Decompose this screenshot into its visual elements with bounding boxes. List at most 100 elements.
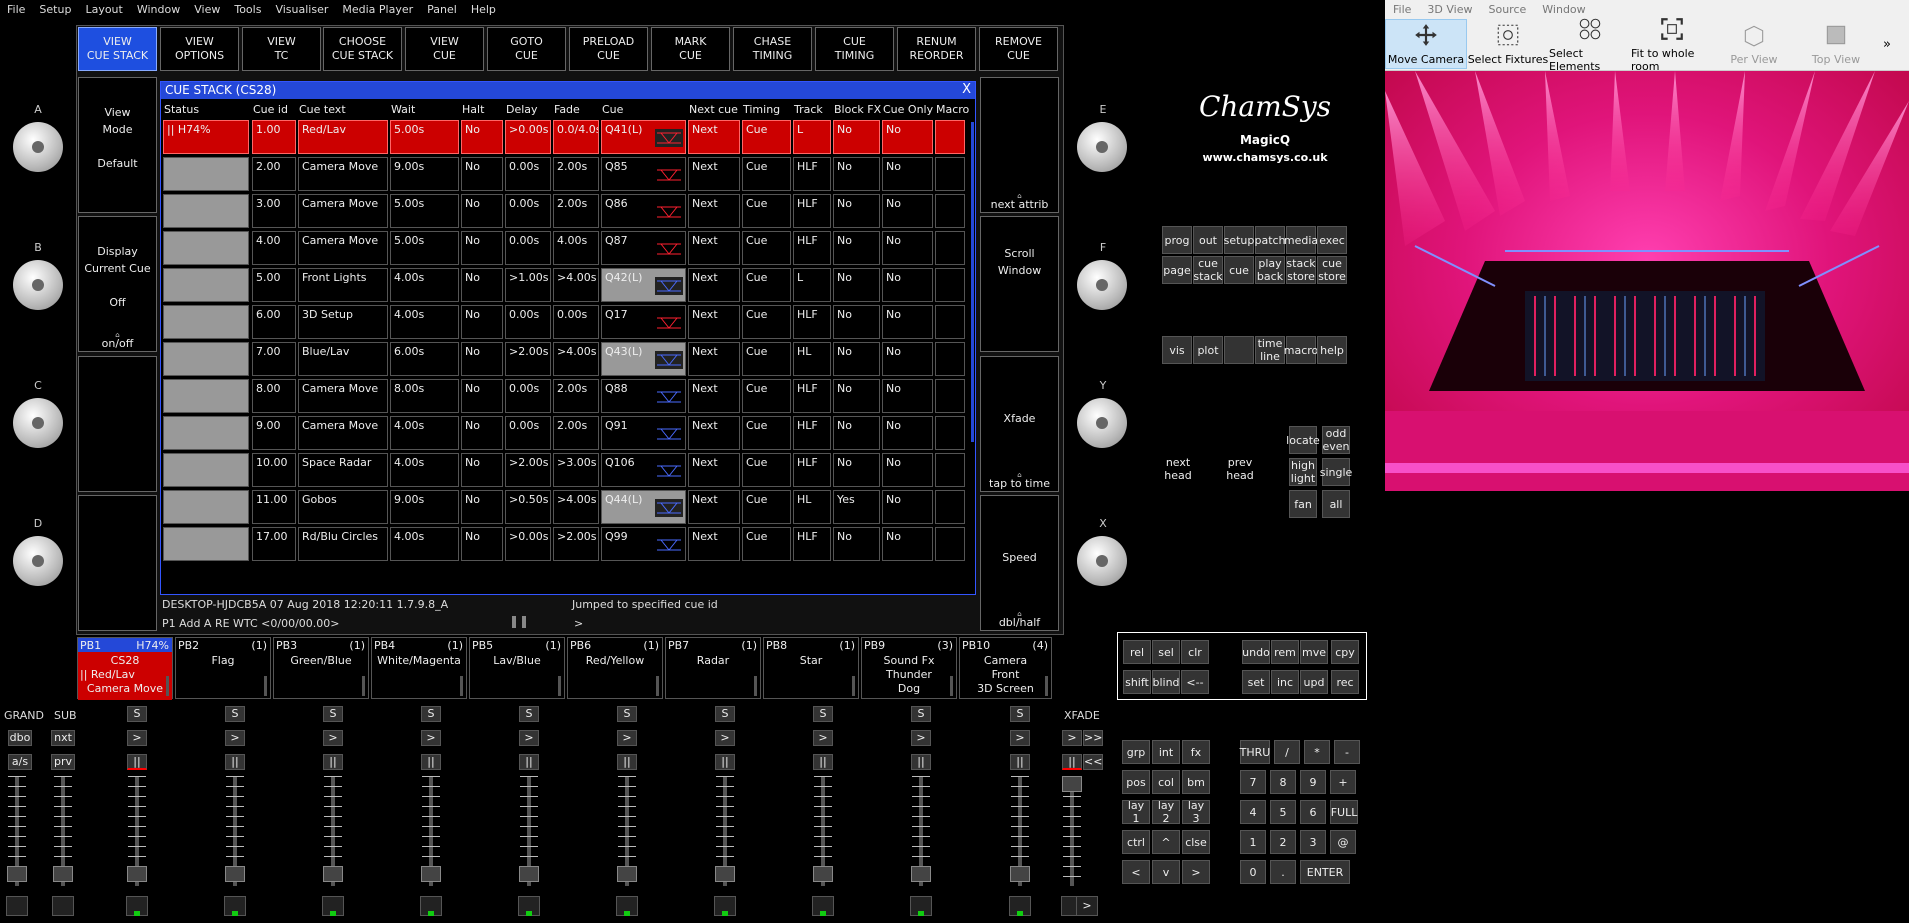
fader-flash-button[interactable] [126,896,148,916]
encoder-knob-y[interactable] [1077,398,1127,448]
menu-window[interactable]: Window [130,3,187,16]
cue-cell-delay[interactable]: >0.00s [505,527,551,561]
cue-cell-block-fx[interactable]: No [833,194,880,228]
playback-8-pause-button[interactable]: || [813,754,833,770]
cue-cell-track[interactable]: HLF [793,157,831,191]
cue-cell-fade[interactable]: 2.00s [553,379,599,413]
key-int[interactable]: int [1152,740,1180,764]
cue-cell-macro[interactable] [935,453,965,487]
cue-cell-cue-text[interactable]: Camera Move [298,157,388,191]
fader-0[interactable] [6,776,28,886]
playback-9-pause-button[interactable]: || [911,754,931,770]
cue-cell-cue[interactable]: Q88 [601,379,686,413]
menu-panel[interactable]: Panel [420,3,464,16]
playback-4[interactable]: PB4 (1) White/Magenta [371,637,467,699]
cue-cell-cue-only[interactable]: No [882,490,933,524]
cue-cell-status[interactable] [163,342,249,376]
cue-cell-wait[interactable]: 9.00s [390,157,459,191]
cue-cell-cue-id[interactable]: 1.00 [252,120,296,154]
cue-cell-macro[interactable] [935,527,965,561]
key-4[interactable]: 4 [1240,800,1266,824]
key-col[interactable]: col [1152,770,1180,794]
cue-cell-halt[interactable]: No [461,268,503,302]
cue-cell-cue[interactable]: Q87 [601,231,686,265]
key-enter[interactable]: ENTER [1300,860,1350,884]
cue-cell-cue[interactable]: Q91 [601,416,686,450]
visualiser-3d-view[interactable] [1385,71,1909,491]
menu-file[interactable]: File [0,3,32,16]
key-patch[interactable]: patch [1254,226,1286,254]
cue-cell-track[interactable]: HLF [793,305,831,339]
cue-cell-cue-only[interactable]: No [882,342,933,376]
cue-cell-track[interactable]: HLF [793,231,831,265]
key-<[interactable]: < [1122,860,1150,884]
playback-7-s-button[interactable]: S [715,706,735,722]
cue-cell-macro[interactable] [935,194,965,228]
key-odd-even[interactable]: odd even [1322,426,1350,454]
playback-8[interactable]: PB8 (1) Star [763,637,859,699]
fader-cap[interactable] [813,866,833,882]
fader-flash-button[interactable] [616,896,638,916]
xfade-go-button[interactable]: > [1076,896,1098,916]
fader-3[interactable] [224,776,246,886]
cue-cell-cue-id[interactable]: 9.00 [252,416,296,450]
cue-cell-macro[interactable] [935,268,965,302]
encoder-knob-f[interactable] [1077,260,1127,310]
cue-cell-delay[interactable]: >1.00s [505,268,551,302]
playback-7[interactable]: PB7 (1) Radar [665,637,761,699]
key-setup[interactable]: setup [1224,226,1254,254]
toolbar-move-camera-button[interactable]: Move Camera [1385,19,1467,69]
cue-cell-block-fx[interactable]: No [833,231,880,265]
soft-button-preload-cue[interactable]: PRELOAD CUE [569,27,648,71]
playback-3-go-button[interactable]: > [323,730,343,746]
playback-10-pause-button[interactable]: || [1010,754,1030,770]
soft-button-mark-cue[interactable]: MARK CUE [651,27,730,71]
cue-cell-block-fx[interactable]: No [833,305,880,339]
cue-cell-delay[interactable]: >2.00s [505,342,551,376]
cue-cell-wait[interactable]: 4.00s [390,453,459,487]
cue-cell-macro[interactable] [935,231,965,265]
cue-cell-cue[interactable]: Q41(L) [601,120,686,154]
xfade-button[interactable]: >> [1083,730,1103,746]
soft-button-cue-timing[interactable]: CUE TIMING [815,27,894,71]
cue-cell-macro[interactable] [935,379,965,413]
cue-cell-cue-id[interactable]: 10.00 [252,453,296,487]
fader-10[interactable] [910,776,932,886]
cue-cell-next-cue[interactable]: Next [688,268,740,302]
cue-cell-fade[interactable]: >2.00s [553,527,599,561]
cue-cell-cue[interactable]: Q85 [601,157,686,191]
key-set[interactable]: set [1242,670,1270,694]
cue-cell-fade[interactable]: 4.00s [553,231,599,265]
playback-10[interactable]: PB10 (4) Camera Front 3D Screen [959,637,1052,699]
playback-4-pause-button[interactable]: || [421,754,441,770]
cue-cell-halt[interactable]: No [461,379,503,413]
cue-cell-next-cue[interactable]: Next [688,379,740,413]
cue-cell-cue-only[interactable]: No [882,379,933,413]
encoder-knob-b[interactable] [13,260,63,310]
cue-cell-cue-id[interactable]: 7.00 [252,342,296,376]
cue-cell-block-fx[interactable]: No [833,157,880,191]
playback-9-s-button[interactable]: S [911,706,931,722]
cue-cell-timing[interactable]: Cue [742,120,791,154]
left-soft-button-1[interactable]: View Mode Default [78,77,157,213]
key-macro[interactable]: macro [1284,336,1318,364]
cue-cell-delay[interactable]: 0.00s [505,305,551,339]
cue-cell-block-fx[interactable]: No [833,527,880,561]
playback-1-s-button[interactable]: S [127,706,147,722]
cue-cell-macro[interactable] [935,416,965,450]
playback-3-s-button[interactable]: S [323,706,343,722]
key-rec[interactable]: rec [1331,670,1359,694]
key-blank[interactable] [1224,336,1254,364]
cue-cell-timing[interactable]: Cue [742,416,791,450]
cue-cell-cue-text[interactable]: Red/Lav [298,120,388,154]
fader-5[interactable] [420,776,442,886]
right-soft-button-4[interactable]: Speed ⌂ dbl/half [980,495,1059,631]
cue-cell-block-fx[interactable]: Yes [833,490,880,524]
playback-9-go-button[interactable]: > [911,730,931,746]
cue-cell-cue-only[interactable]: No [882,416,933,450]
cue-cell-timing[interactable]: Cue [742,342,791,376]
fader-7[interactable] [616,776,638,886]
key-help[interactable]: help [1317,336,1347,364]
cue-cell-delay[interactable]: >0.50s [505,490,551,524]
fader-cap[interactable] [715,866,735,882]
